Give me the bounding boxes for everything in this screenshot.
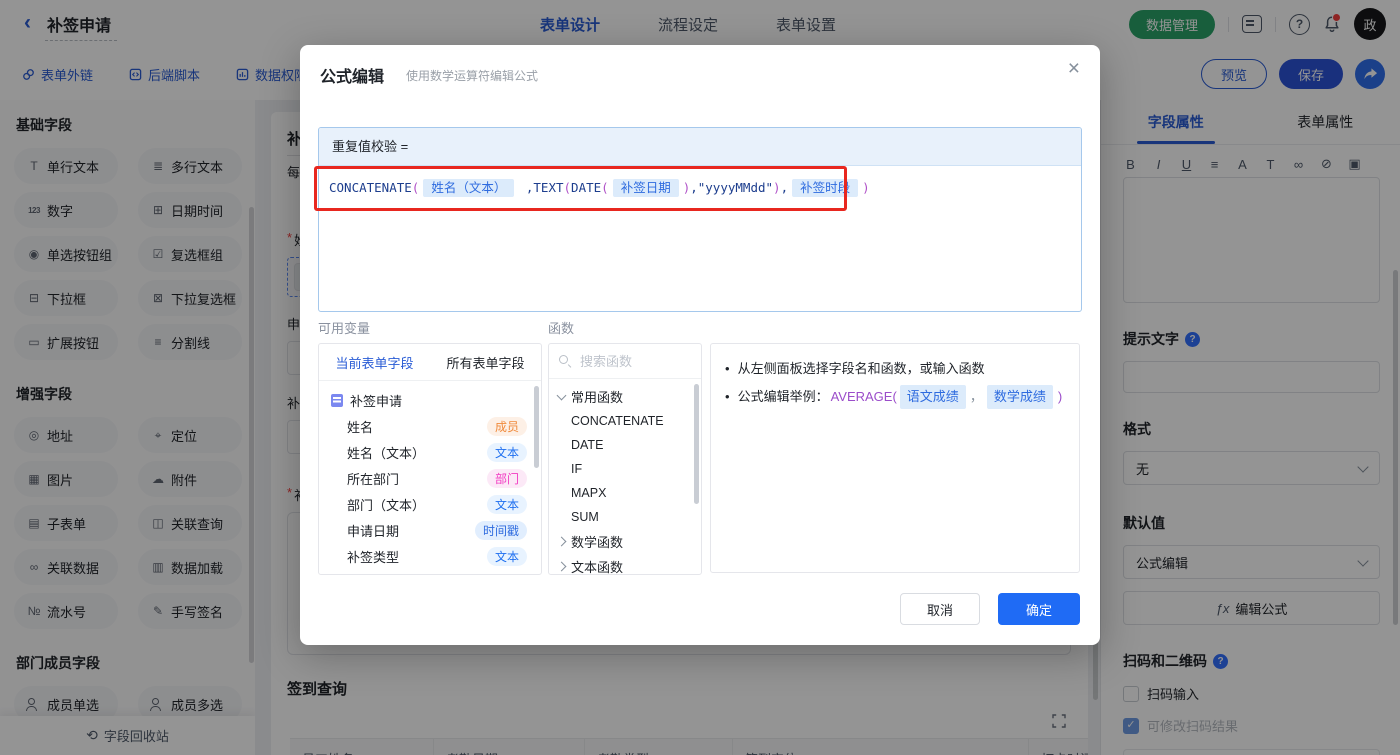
- function-group: 数学函数: [549, 529, 701, 554]
- formula-text: ,"yyyyMMdd": [690, 180, 774, 195]
- variable-name: 姓名: [347, 419, 374, 435]
- variable-name: 所在部门: [347, 471, 400, 487]
- field-token: 姓名（文本）: [423, 179, 515, 197]
- help-line-1: 从左侧面板选择字段名和函数，或输入函数: [737, 361, 985, 376]
- function-item[interactable]: SUM: [549, 505, 701, 529]
- function-item[interactable]: MAPX: [549, 481, 701, 505]
- variable-type-badge: 成员: [486, 416, 527, 436]
- field-token: 补签时段: [792, 179, 859, 197]
- variable-type-badge: 时间戳: [474, 520, 527, 540]
- variable-row[interactable]: 部门（文本） 文本: [319, 491, 541, 517]
- function-group-label: 文本函数: [571, 560, 624, 575]
- function-search-input[interactable]: [578, 352, 677, 370]
- cancel-button[interactable]: 取消: [900, 593, 980, 625]
- form-name: 补签申请: [350, 393, 403, 409]
- formula-text: CONCATENATE: [329, 180, 412, 195]
- field-token: 补签日期: [612, 179, 679, 197]
- example-field-token: 数学成绩: [986, 385, 1053, 409]
- formula-text: ,: [518, 180, 534, 195]
- variables-tab[interactable]: 当前表单字段: [319, 353, 430, 372]
- variable-type-badge: 文本: [486, 442, 527, 462]
- function-item[interactable]: DATE: [549, 433, 701, 457]
- function-group-header[interactable]: 数学函数: [549, 529, 701, 554]
- variables-section-label: 可用变量: [318, 321, 371, 336]
- chevron-icon: [556, 561, 567, 572]
- example-function: AVERAGE(: [830, 389, 897, 404]
- functions-section-label: 函数: [548, 321, 575, 336]
- close-icon[interactable]: ×: [1068, 58, 1080, 79]
- formula-editor[interactable]: 重复值校验 = CONCATENATE(姓名（文本） ,TEXT(DATE(补签…: [318, 127, 1082, 312]
- function-item[interactable]: CONCATENATE: [549, 409, 701, 433]
- chevron-icon: [556, 536, 567, 547]
- form-tree-root[interactable]: 补签申请: [319, 387, 541, 413]
- variables-scrollbar[interactable]: [534, 386, 539, 468]
- modal-title: 公式编辑: [320, 69, 385, 86]
- variable-row[interactable]: 补签类型 文本: [319, 543, 541, 569]
- chevron-icon: [556, 390, 567, 400]
- function-group: 常用函数 CONCATENATE DATE IF MAPX SUM: [549, 384, 701, 529]
- formula-text: (: [563, 180, 572, 195]
- function-group-label: 常用函数: [571, 390, 624, 405]
- formula-text: TEXT: [533, 180, 564, 195]
- variable-row[interactable]: 所在部门 部门: [319, 465, 541, 491]
- function-group-label: 数学函数: [571, 535, 624, 550]
- variable-name: 姓名（文本）: [347, 445, 426, 461]
- formula-text: ): [862, 180, 870, 195]
- formula-help-panel: • 从左侧面板选择字段名和函数，或输入函数 • 公式编辑举例： AVERAGE(…: [710, 343, 1080, 573]
- formula-text: ): [773, 180, 781, 195]
- function-item[interactable]: IF: [549, 457, 701, 481]
- formula-target-label: 重复值校验 =: [319, 128, 1081, 166]
- help-line-2-prefix: 公式编辑举例：: [737, 389, 829, 404]
- functions-scrollbar[interactable]: [694, 384, 699, 504]
- function-group-header[interactable]: 常用函数: [549, 384, 701, 409]
- function-group: 文本函数: [549, 554, 701, 575]
- formula-text: ,: [780, 180, 789, 195]
- formula-text: (: [601, 180, 609, 195]
- variable-name: 补签类型: [347, 549, 400, 565]
- formula-expression[interactable]: CONCATENATE(姓名（文本） ,TEXT(DATE(补签日期),"yyy…: [319, 166, 1081, 207]
- formula-edit-modal: 公式编辑 使用数学运算符编辑公式 × 重复值校验 = CONCATENATE(姓…: [300, 45, 1100, 645]
- variable-type-badge: 部门: [486, 468, 527, 488]
- example-close-paren: ): [1057, 389, 1063, 404]
- bullet-icon: •: [725, 361, 730, 376]
- variable-row[interactable]: 姓名 成员: [319, 413, 541, 439]
- search-icon: [559, 355, 571, 367]
- functions-panel: 常用函数 CONCATENATEDATEIFMAPXSUM 数学函数文本函数: [548, 343, 702, 575]
- modal-subtitle: 使用数学运算符编辑公式: [406, 69, 539, 83]
- bullet-icon: •: [725, 389, 730, 404]
- variable-type-badge: 文本: [486, 494, 527, 514]
- variables-panel: 当前表单字段 所有表单字段 补签申请 姓名 成员 姓名（文本） 文本 所在部门 部门 部门（文…: [318, 343, 542, 575]
- app: ‹ 补签申请 表单设计 流程设定 表单设置 数据管理 ? 政 表单外链 后端脚本 数据权…: [0, 0, 1400, 755]
- example-field-token: 语文成绩: [899, 385, 966, 409]
- variable-name: 部门（文本）: [347, 497, 426, 513]
- variable-row[interactable]: 姓名（文本） 文本: [319, 439, 541, 465]
- formula-text: (: [411, 180, 420, 195]
- variable-type-badge: 文本: [486, 546, 527, 566]
- confirm-button[interactable]: 确定: [998, 593, 1080, 625]
- function-group-header[interactable]: 文本函数: [549, 554, 701, 575]
- variables-tab[interactable]: 所有表单字段: [430, 353, 541, 372]
- form-doc-icon: [331, 393, 343, 407]
- formula-text: DATE: [571, 180, 602, 195]
- variable-name: 申请日期: [347, 523, 400, 539]
- variable-row[interactable]: 申请日期 时间戳: [319, 517, 541, 543]
